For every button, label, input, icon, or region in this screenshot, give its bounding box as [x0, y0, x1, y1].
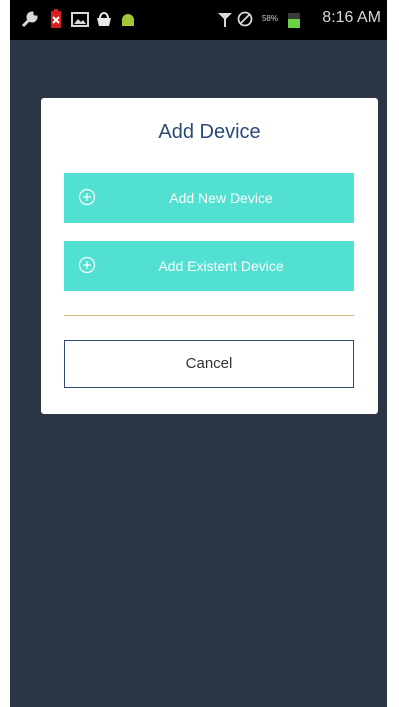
- dialog-title: Add Device: [158, 121, 261, 143]
- gallery-icon: [71, 12, 89, 27]
- signal-icon: [218, 13, 232, 27]
- add-new-device-button[interactable]: Add New Device: [64, 173, 354, 223]
- battery-percent: 58%: [261, 14, 278, 23]
- add-existent-device-label: Add Existent Device: [158, 258, 284, 274]
- status-bar: 58% 8:16 AM: [10, 0, 387, 40]
- divider: [64, 315, 354, 316]
- cancel-button[interactable]: Cancel: [64, 340, 354, 388]
- no-sim-icon: [237, 11, 253, 27]
- battery-alert-icon: [51, 9, 61, 28]
- android-icon: [122, 14, 134, 26]
- wrench-icon: [21, 11, 38, 28]
- battery-icon: [288, 13, 300, 28]
- add-new-device-label: Add New Device: [169, 190, 273, 206]
- phone-screen: 58% 8:16 AM Add Device Add New Device Ad…: [10, 0, 387, 707]
- system-icons: 58% 8:16 AM: [211, 8, 381, 32]
- status-time: 8:16 AM: [322, 9, 381, 26]
- basket-icon: [97, 12, 111, 26]
- add-device-dialog: Add Device Add New Device Add Existent D…: [41, 98, 378, 414]
- add-existent-device-button[interactable]: Add Existent Device: [64, 241, 354, 291]
